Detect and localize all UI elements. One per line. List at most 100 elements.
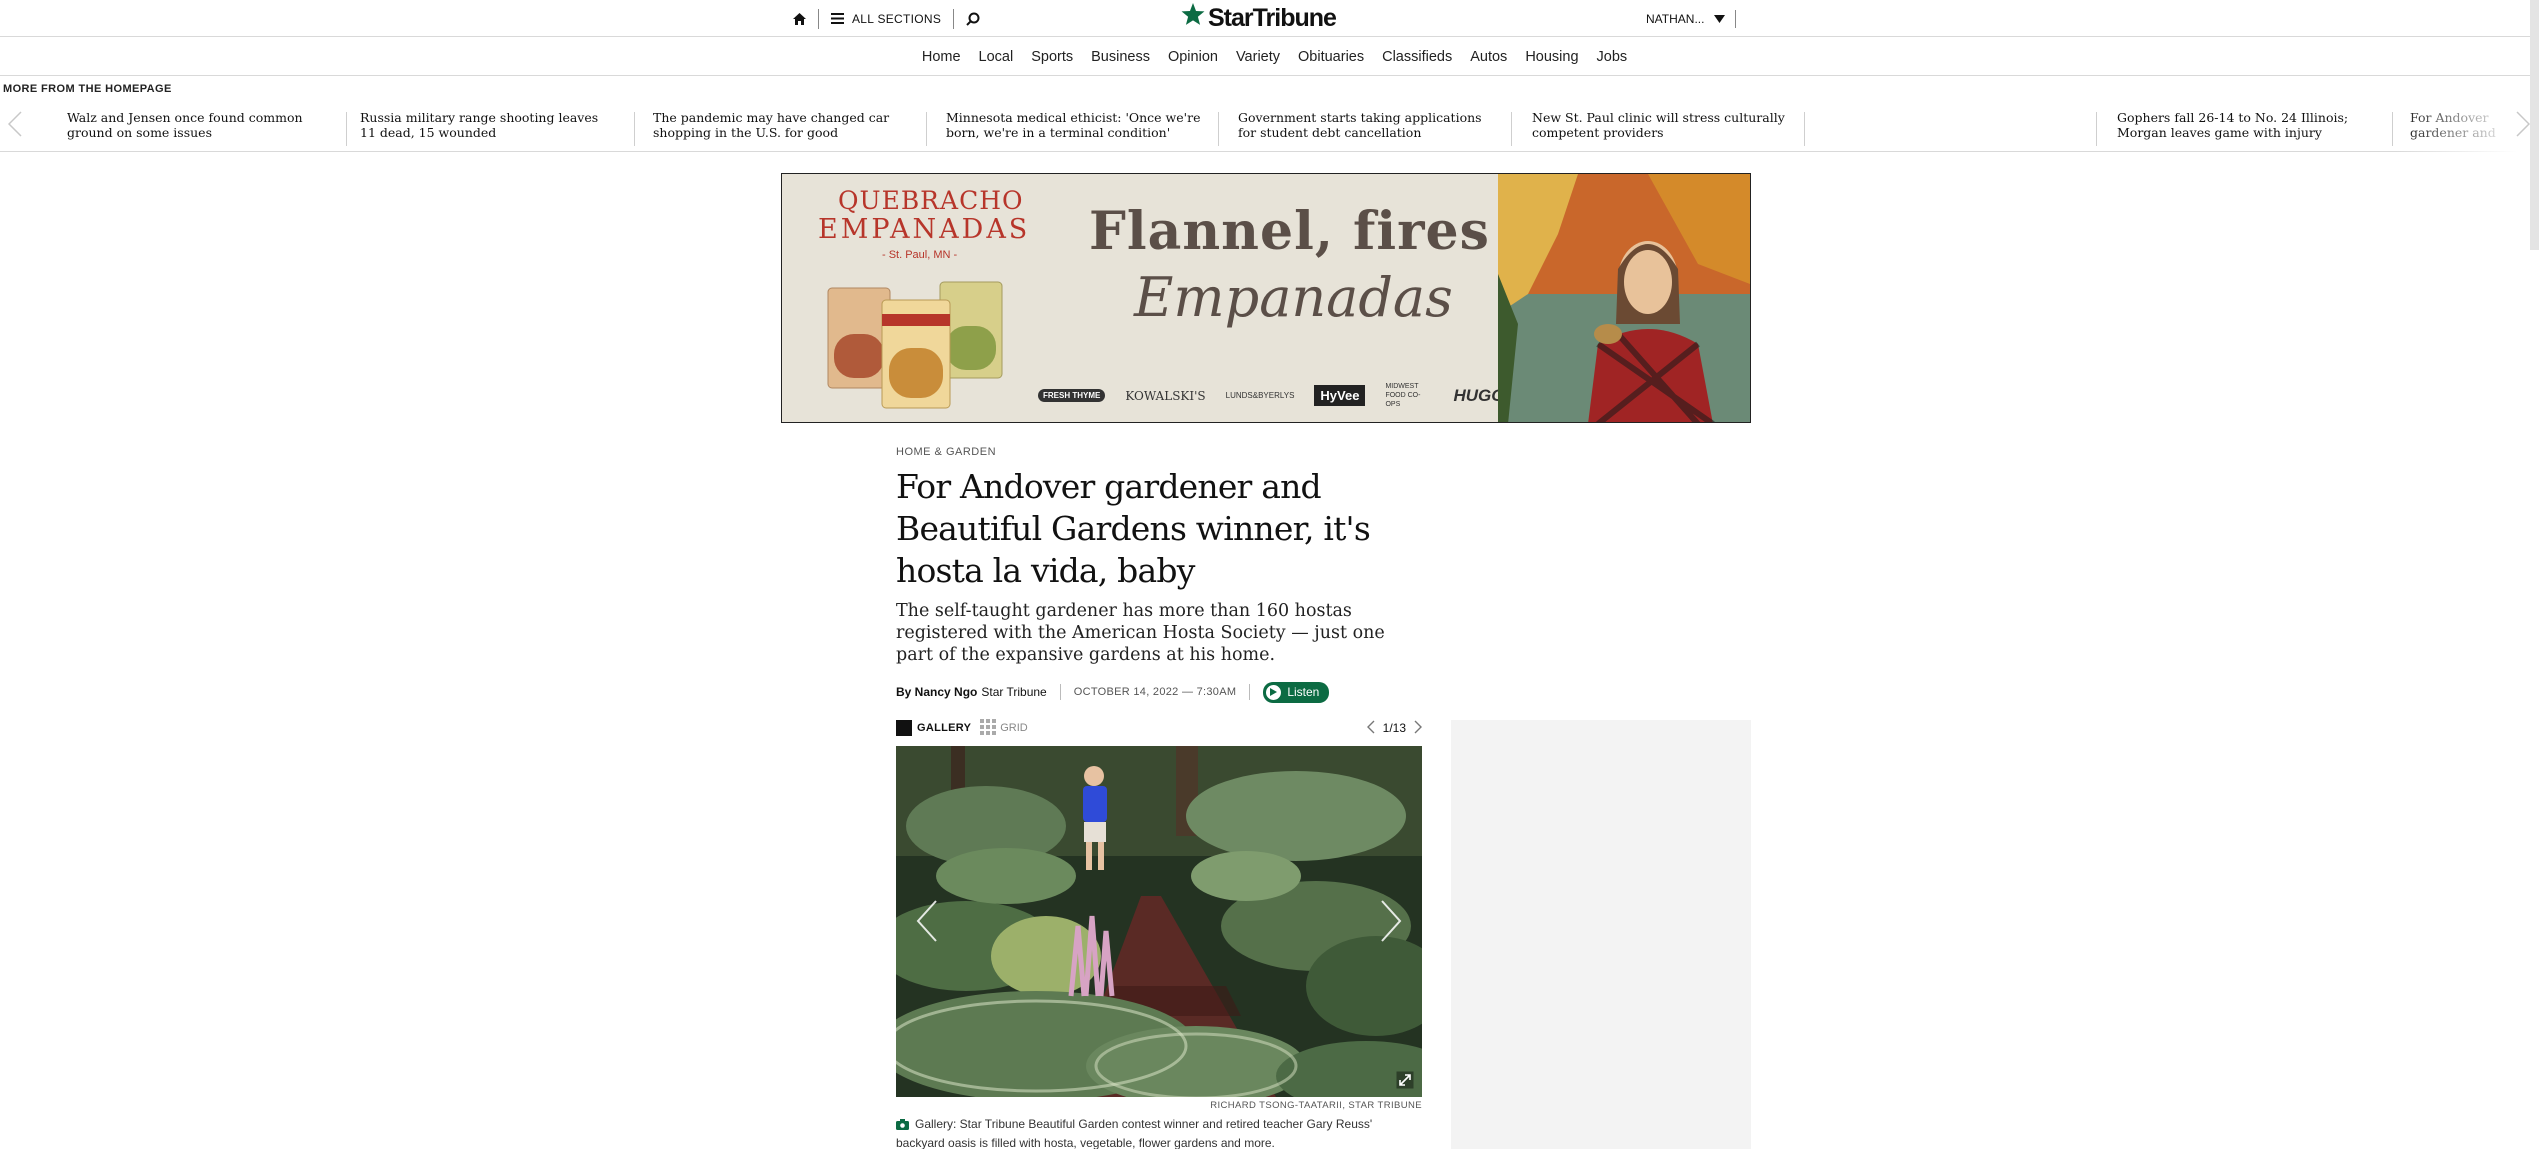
article-dek: The self-taught gardener has more than 1…: [896, 601, 1385, 665]
photo-prev-button[interactable]: [906, 886, 946, 956]
nav-item-housing[interactable]: Housing: [1525, 49, 1578, 65]
byline-divider: [1059, 684, 1061, 700]
photo-credit: RICHARD TSONG-TAATARII, STAR TRIBUNE: [1210, 1100, 1422, 1111]
home-button[interactable]: [781, 8, 819, 29]
rail-divider: [2392, 112, 2393, 146]
ad-headline-line1: Flannel, fires &: [1089, 201, 1557, 262]
top-bar: ALL SECTIONS StarTribune NATHAN...: [0, 0, 2539, 37]
nav-item-local[interactable]: Local: [979, 49, 1014, 65]
retailer-logo: MIDWEST FOOD CO-OPS: [1385, 383, 1421, 408]
rail-divider: [346, 112, 347, 146]
grid-label: GRID: [1000, 722, 1028, 734]
rail-divider: [1218, 112, 1219, 146]
garden-photo: [896, 746, 1422, 1097]
rail-headline[interactable]: The pandemic may have changed car shoppi…: [653, 110, 908, 140]
nav-list: Home Local Sports Business Opinion Varie…: [913, 49, 1636, 65]
photo-caption: Gallery: Star Tribune Beautiful Garden c…: [896, 1116, 1422, 1149]
main-nav: Home Local Sports Business Opinion Varie…: [0, 38, 2539, 76]
rail-divider: [1804, 112, 1805, 146]
all-sections-label: ALL SECTIONS: [852, 11, 942, 26]
sidebar-ad-slot: [1451, 720, 1751, 1149]
rail-divider: [1511, 112, 1512, 146]
search-button[interactable]: [954, 9, 992, 29]
expand-icon: [1396, 1071, 1414, 1093]
section-kicker[interactable]: HOME & GARDEN: [896, 446, 996, 458]
listen-button[interactable]: Listen: [1263, 681, 1330, 703]
top-bar-left: ALL SECTIONS: [781, 0, 992, 37]
pager-next-icon[interactable]: [1414, 720, 1422, 737]
gallery-photo[interactable]: [896, 746, 1422, 1097]
nav-item-autos[interactable]: Autos: [1470, 49, 1507, 65]
publish-date: OCTOBER 14, 2022 — 7:30AM: [1073, 686, 1237, 698]
nav-item-business[interactable]: Business: [1091, 49, 1150, 65]
advertisement-banner[interactable]: QUEBRACHO EMPANADAS - St. Paul, MN - Fla…: [781, 173, 1751, 423]
gallery-counter: 1/13: [1382, 721, 1406, 735]
rail-headline[interactable]: Gophers fall 26-14 to No. 24 Illinois; M…: [2117, 110, 2387, 140]
ad-brand-name: QUEBRACHO: [838, 186, 1024, 215]
retailer-logo: FRESH THYME: [1038, 389, 1106, 402]
empanada-bags-image: [827, 281, 1003, 409]
grid-view-button[interactable]: GRID: [980, 718, 1028, 738]
retailer-logo: HyVee: [1314, 385, 1366, 406]
rail-headline[interactable]: Russia military range shooting leaves 11…: [360, 110, 615, 140]
play-icon: [1266, 684, 1282, 700]
nav-item-obituaries[interactable]: Obituaries: [1298, 49, 1364, 65]
retailer-logo: KOWALSKI'S: [1125, 388, 1206, 403]
rail-headline[interactable]: For Andover gardener and Beautiful Garde…: [2410, 110, 2506, 141]
gallery-label: GALLERY: [917, 722, 972, 734]
nav-item-opinion[interactable]: Opinion: [1168, 49, 1218, 65]
startribune-logo[interactable]: StarTribune: [1180, 2, 1337, 34]
star-icon: [1180, 2, 1208, 34]
gallery-toolbar: GALLERY GRID 1/13: [896, 718, 1422, 738]
ad-headline-line2: Empanadas: [1134, 266, 1453, 329]
rail-divider: [634, 112, 635, 146]
chevron-right-icon: [1372, 900, 1412, 960]
grid-icon: [980, 718, 1000, 738]
ad-brand-subname: EMPANADAS: [818, 214, 1031, 245]
nav-item-variety[interactable]: Variety: [1236, 49, 1280, 65]
byline-divider: [1249, 684, 1251, 700]
search-icon: [966, 12, 980, 26]
all-sections-button[interactable]: ALL SECTIONS: [819, 8, 955, 29]
more-from-homepage-label: MORE FROM THE HOMEPAGE: [3, 83, 172, 95]
ad-retailer-logos: FRESH THYME KOWALSKI'S LUNDS&BYERLYS HyV…: [1038, 382, 1520, 409]
hamburger-icon: [831, 13, 844, 24]
pager-prev-icon[interactable]: [1366, 720, 1375, 737]
nav-item-classifieds[interactable]: Classifieds: [1382, 49, 1452, 65]
rail-headline[interactable]: Minnesota medical ethicist: 'Once we're …: [946, 110, 1206, 140]
scrollbar[interactable]: [2530, 0, 2539, 250]
byline: By Nancy Ngo Star Tribune OCTOBER 14, 20…: [896, 680, 1330, 704]
chevron-left-icon: [7, 110, 22, 142]
gallery-view-button[interactable]: GALLERY: [896, 720, 971, 736]
author-org: Star Tribune: [981, 685, 1047, 699]
chevron-left-icon: [906, 900, 946, 960]
user-menu[interactable]: NATHAN...: [1646, 0, 1737, 37]
nav-item-home[interactable]: Home: [922, 49, 961, 65]
chevron-right-icon: [2516, 110, 2531, 142]
rail-prev-button[interactable]: [0, 106, 30, 146]
user-name: NATHAN...: [1646, 11, 1705, 26]
nav-item-jobs[interactable]: Jobs: [1597, 49, 1628, 65]
author-name[interactable]: By Nancy Ngo: [896, 685, 977, 699]
ad-brand-location: - St. Paul, MN -: [882, 249, 958, 261]
rail-divider: [2096, 112, 2097, 146]
nav-item-sports[interactable]: Sports: [1031, 49, 1073, 65]
headline-rail: Walz and Jensen once found common ground…: [0, 102, 2539, 152]
photo-next-button[interactable]: [1372, 886, 1412, 956]
logo-text: StarTribune: [1208, 3, 1337, 32]
camera-icon: [896, 1118, 909, 1135]
gallery-icon: [896, 720, 912, 736]
rail-headline[interactable]: New St. Paul clinic will stress cultural…: [1532, 110, 1797, 140]
expand-photo-button[interactable]: [1396, 1071, 1414, 1089]
rail-divider: [926, 112, 927, 146]
listen-label: Listen: [1287, 685, 1320, 699]
retailer-logo: LUNDS&BYERLYS: [1225, 391, 1295, 400]
caption-text: Gallery: Star Tribune Beautiful Garden c…: [896, 1117, 1373, 1149]
gallery-pager: 1/13: [1366, 720, 1422, 737]
rail-headline[interactable]: Walz and Jensen once found common ground…: [67, 110, 317, 140]
home-icon: [793, 12, 806, 25]
user-menu-toggle[interactable]: NATHAN...: [1646, 9, 1737, 28]
caret-down-icon: [1714, 12, 1726, 26]
ad-woman-photo: [1498, 174, 1750, 422]
rail-headline[interactable]: Government starts taking applications fo…: [1238, 110, 1493, 140]
